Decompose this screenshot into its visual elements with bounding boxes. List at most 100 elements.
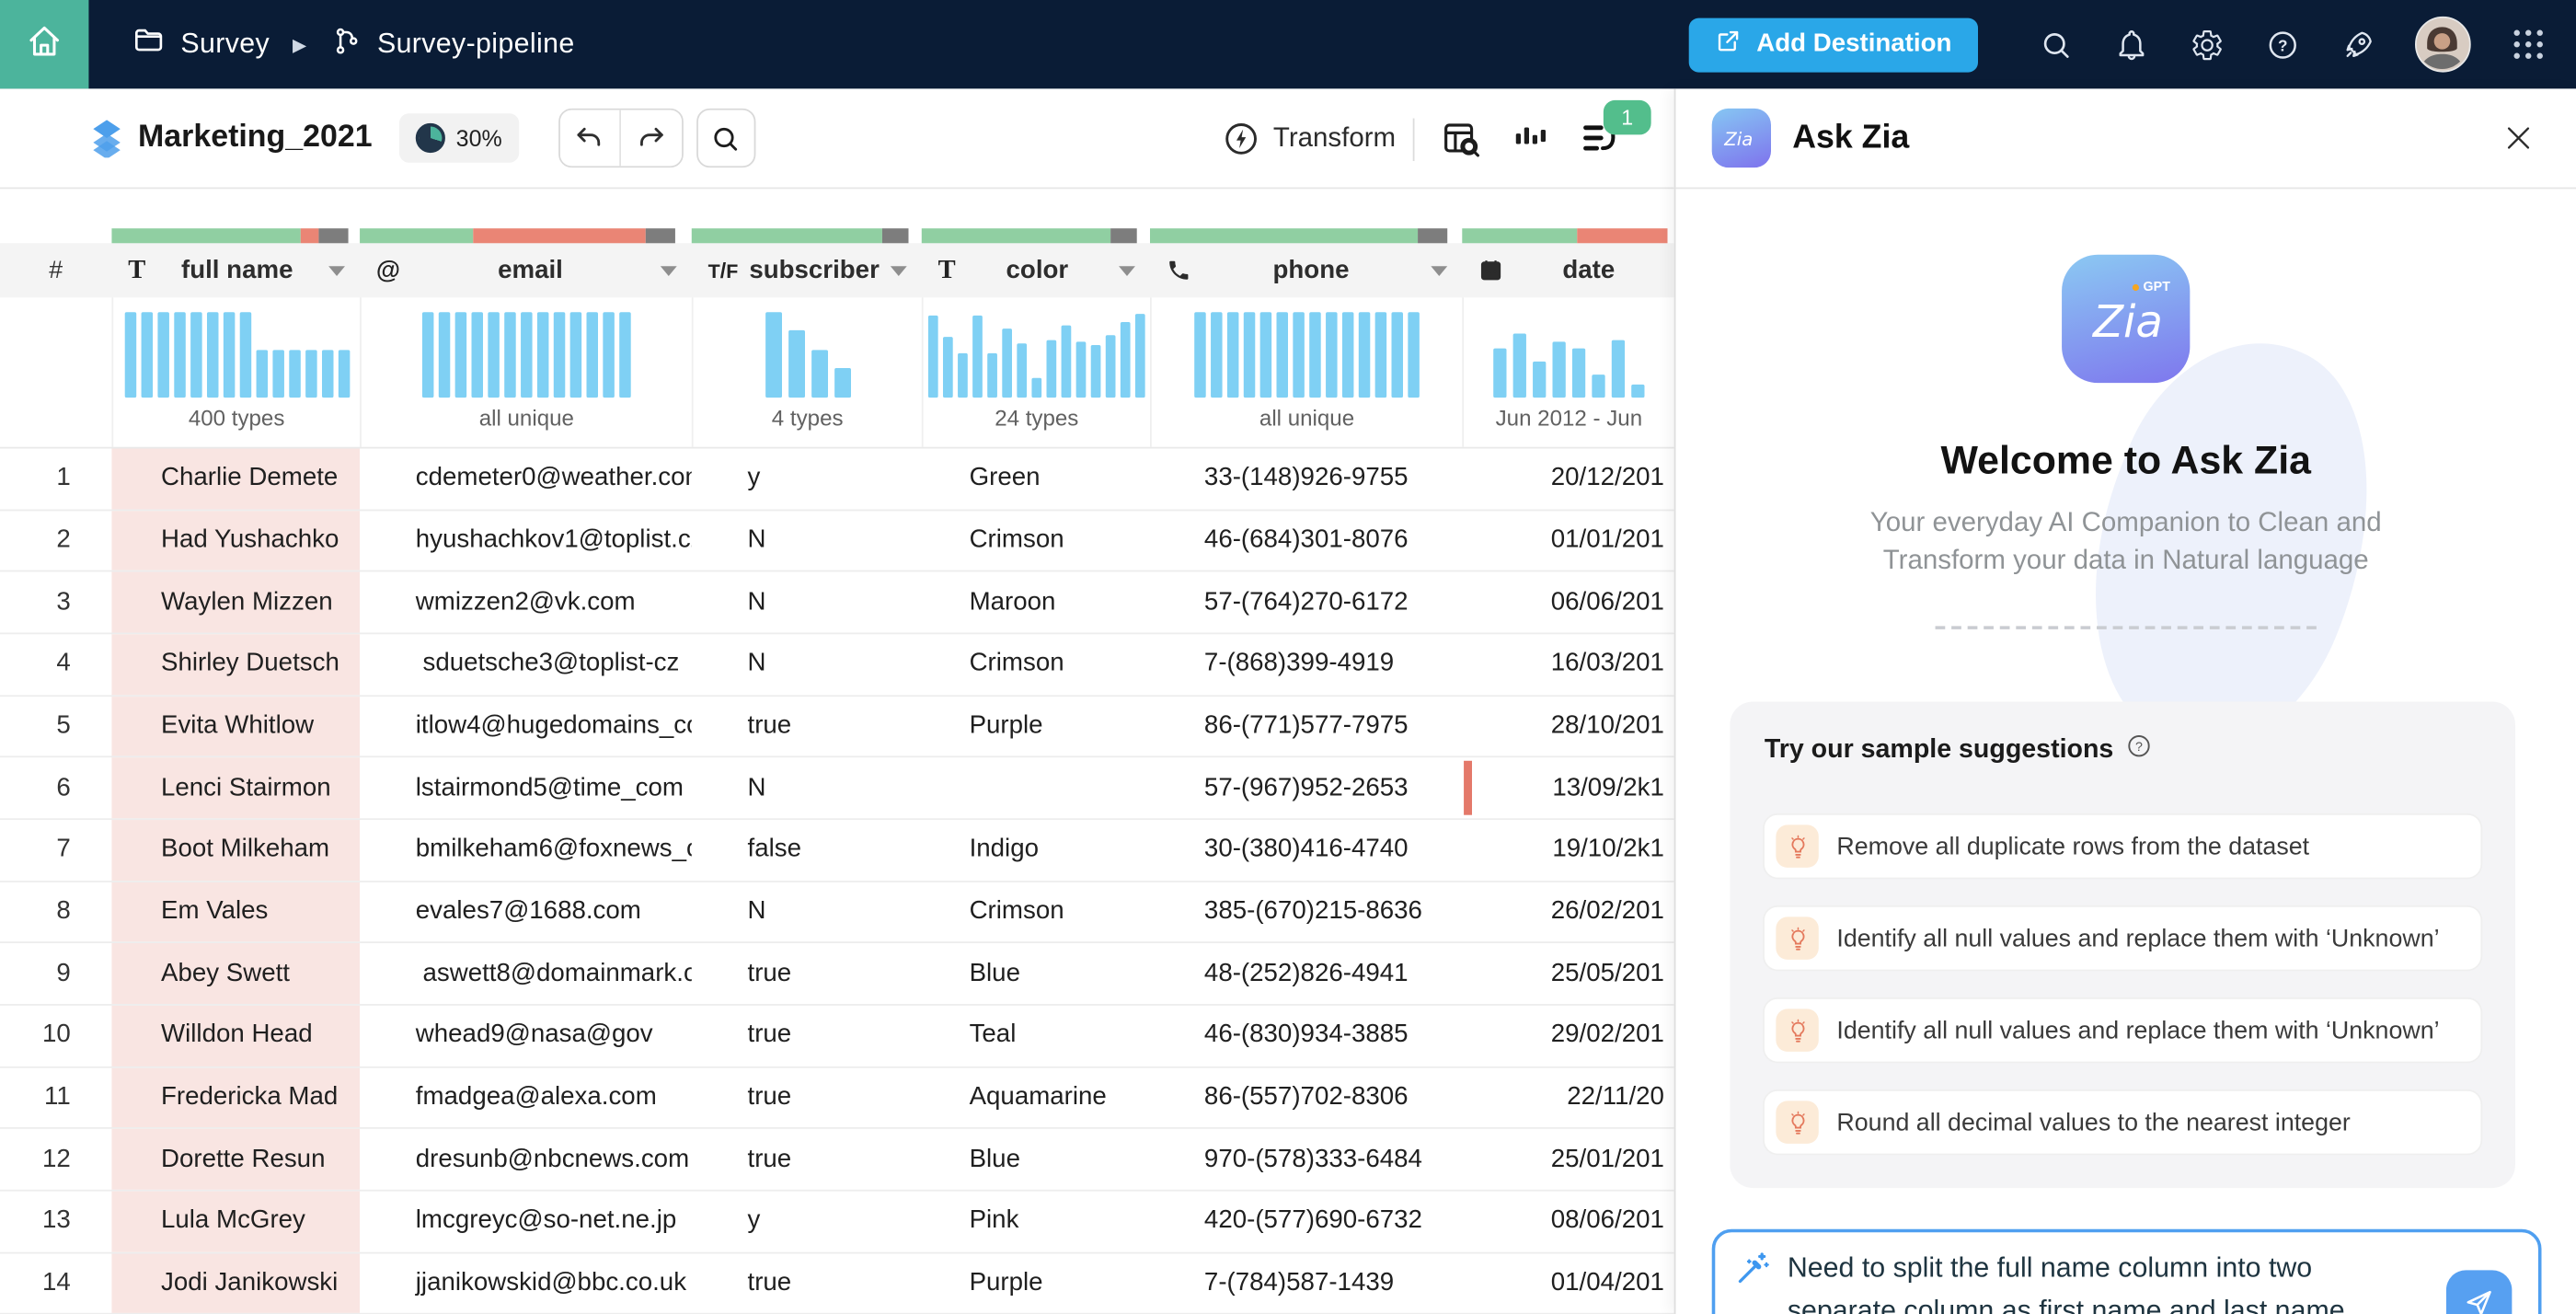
cell-date[interactable]: 08/06/201	[1462, 1191, 1673, 1251]
cell-fullname[interactable]: Dorette Resun	[111, 1129, 360, 1189]
cell-date[interactable]: 01/04/201	[1462, 1253, 1673, 1313]
column-header-email[interactable]: @email	[360, 243, 692, 297]
add-destination-button[interactable]: Add Destination	[1689, 17, 1978, 72]
cell-color[interactable]: Teal	[922, 1006, 1150, 1066]
cell-date[interactable]: 06/06/201	[1462, 572, 1673, 632]
column-header-date[interactable]: date	[1462, 243, 1673, 297]
cell-email[interactable]: lmcgreyc@so-net.ne.jp	[360, 1191, 692, 1251]
quality-bar-color[interactable]	[922, 228, 1150, 243]
cell-color[interactable]: Purple	[922, 1253, 1150, 1313]
cell-email[interactable]: wmizzen2@vk.com	[360, 572, 692, 632]
cell-phone[interactable]: 57-(967)952-2653	[1150, 758, 1462, 818]
cell-fullname[interactable]: Charlie Demete	[111, 448, 360, 508]
cell-phone[interactable]: 30-(380)416-4740	[1150, 820, 1462, 880]
dataset-title[interactable]: Marketing_2021	[138, 120, 373, 156]
cell-color[interactable]: Maroon	[922, 572, 1150, 632]
cell-date[interactable]: 19/10/2k1	[1462, 820, 1673, 880]
whats-new-rocket-icon[interactable]	[2340, 27, 2375, 63]
cell-subscriber[interactable]: true	[692, 1067, 922, 1127]
cell-color[interactable]	[922, 758, 1150, 818]
cell-date[interactable]: 16/03/201	[1462, 634, 1673, 694]
notifications-bell-icon[interactable]	[2112, 27, 2148, 63]
column-menu-caret-icon[interactable]	[1431, 265, 1447, 275]
cell-subscriber[interactable]: true	[692, 696, 922, 755]
cell-date[interactable]: 29/02/201	[1462, 1006, 1673, 1066]
ask-zia-input-value[interactable]: Need to split the full name column into …	[1788, 1247, 2392, 1314]
undo-button[interactable]	[559, 110, 620, 167]
home-button[interactable]	[0, 0, 88, 88]
suggestion-item[interactable]: Identify all null values and replace the…	[1765, 999, 2481, 1062]
cell-subscriber[interactable]: N	[692, 634, 922, 694]
cell-fullname[interactable]: Evita Whitlow	[111, 696, 360, 755]
cell-subscriber[interactable]: true	[692, 1006, 922, 1066]
cell-phone[interactable]: 970-(578)333-6484	[1150, 1129, 1462, 1189]
quality-bar-subscriber[interactable]	[692, 228, 922, 243]
suggestion-item[interactable]: Remove all duplicate rows from the datas…	[1765, 815, 2481, 878]
breadcrumb-pipeline[interactable]: Survey-pipeline	[329, 24, 574, 65]
cell-color[interactable]: Indigo	[922, 820, 1150, 880]
cell-date[interactable]: 26/02/201	[1462, 882, 1673, 941]
cell-fullname[interactable]: Fredericka Mad	[111, 1067, 360, 1127]
cell-fullname[interactable]: Willdon Head	[111, 1006, 360, 1066]
cell-phone[interactable]: 420-(577)690-6732	[1150, 1191, 1462, 1251]
cell-email[interactable]: dresunb@nbcnews.com	[360, 1129, 692, 1189]
cell-phone[interactable]: 7-(868)399-4919	[1150, 634, 1462, 694]
cell-email[interactable]: sduetsche3@toplist-cz	[360, 634, 692, 694]
cell-color[interactable]: Crimson	[922, 634, 1150, 694]
cell-color[interactable]: Purple	[922, 696, 1150, 755]
cell-subscriber[interactable]: true	[692, 943, 922, 1003]
cell-subscriber[interactable]: y	[692, 448, 922, 508]
cell-color[interactable]: Pink	[922, 1191, 1150, 1251]
help-icon[interactable]: ?	[2264, 27, 2300, 63]
cell-email[interactable]: itlow4@hugedomains_com	[360, 696, 692, 755]
quality-bar-email[interactable]	[360, 228, 692, 243]
cell-subscriber[interactable]: N	[692, 572, 922, 632]
column-header-color[interactable]: Tcolor	[922, 243, 1150, 297]
cell-date[interactable]: 25/05/201	[1462, 943, 1673, 1003]
cell-color[interactable]: Blue	[922, 943, 1150, 1003]
preview-table-icon[interactable]	[1439, 117, 1481, 159]
applied-steps-icon[interactable]: 1	[1577, 117, 1619, 159]
cell-subscriber[interactable]: N	[692, 882, 922, 941]
suggestions-help-icon[interactable]: ?	[2125, 732, 2152, 767]
cell-color[interactable]: Blue	[922, 1129, 1150, 1189]
cell-subscriber[interactable]: y	[692, 1191, 922, 1251]
cell-phone[interactable]: 48-(252)826-4941	[1150, 943, 1462, 1003]
column-menu-caret-icon[interactable]	[891, 265, 907, 275]
column-header-subscriber[interactable]: T/Fsubscriber	[692, 243, 922, 297]
send-button[interactable]	[2446, 1270, 2512, 1314]
breadcrumb-project[interactable]: Survey	[132, 23, 270, 65]
app-grid-menu-icon[interactable]	[2511, 27, 2547, 63]
column-header-fullname[interactable]: Tfull name	[111, 243, 360, 297]
cell-color[interactable]: Aquamarine	[922, 1067, 1150, 1127]
cell-email[interactable]: hyushachkov1@toplist.cz	[360, 511, 692, 571]
cell-phone[interactable]: 57-(764)270-6172	[1150, 572, 1462, 632]
search-icon[interactable]	[2037, 27, 2073, 63]
cell-date[interactable]: 20/12/201	[1462, 448, 1673, 508]
user-avatar[interactable]	[2415, 17, 2471, 73]
cell-fullname[interactable]: Had Yushachko	[111, 511, 360, 571]
cell-date[interactable]: 13/09/2k1	[1462, 758, 1673, 818]
quality-bar-phone[interactable]	[1150, 228, 1462, 243]
ask-zia-input[interactable]: Need to split the full name column into …	[1712, 1229, 2542, 1314]
cell-email[interactable]: aswett8@domainmark.com	[360, 943, 692, 1003]
cell-color[interactable]: Crimson	[922, 882, 1150, 941]
column-header-phone[interactable]: phone	[1150, 243, 1462, 297]
transform-button[interactable]: Transform	[1223, 119, 1397, 156]
cell-fullname[interactable]: Waylen Mizzen	[111, 572, 360, 632]
cell-email[interactable]: evales7@1688.com	[360, 882, 692, 941]
cell-date[interactable]: 28/10/201	[1462, 696, 1673, 755]
cell-date[interactable]: 01/01/201	[1462, 511, 1673, 571]
cell-fullname[interactable]: Boot Milkeham	[111, 820, 360, 880]
column-menu-caret-icon[interactable]	[1119, 265, 1135, 275]
data-quality-pill[interactable]: 30%	[398, 113, 518, 163]
column-stats-icon[interactable]	[1508, 117, 1550, 159]
cell-fullname[interactable]: Em Vales	[111, 882, 360, 941]
cell-phone[interactable]: 385-(670)215-8636	[1150, 882, 1462, 941]
cell-date[interactable]: 22/11/20	[1462, 1067, 1673, 1127]
cell-fullname[interactable]: Shirley Duetsch	[111, 634, 360, 694]
cell-email[interactable]: fmadgea@alexa.com	[360, 1067, 692, 1127]
cell-fullname[interactable]: Lula McGrey	[111, 1191, 360, 1251]
cell-subscriber[interactable]: true	[692, 1253, 922, 1313]
close-icon[interactable]	[2497, 117, 2539, 159]
